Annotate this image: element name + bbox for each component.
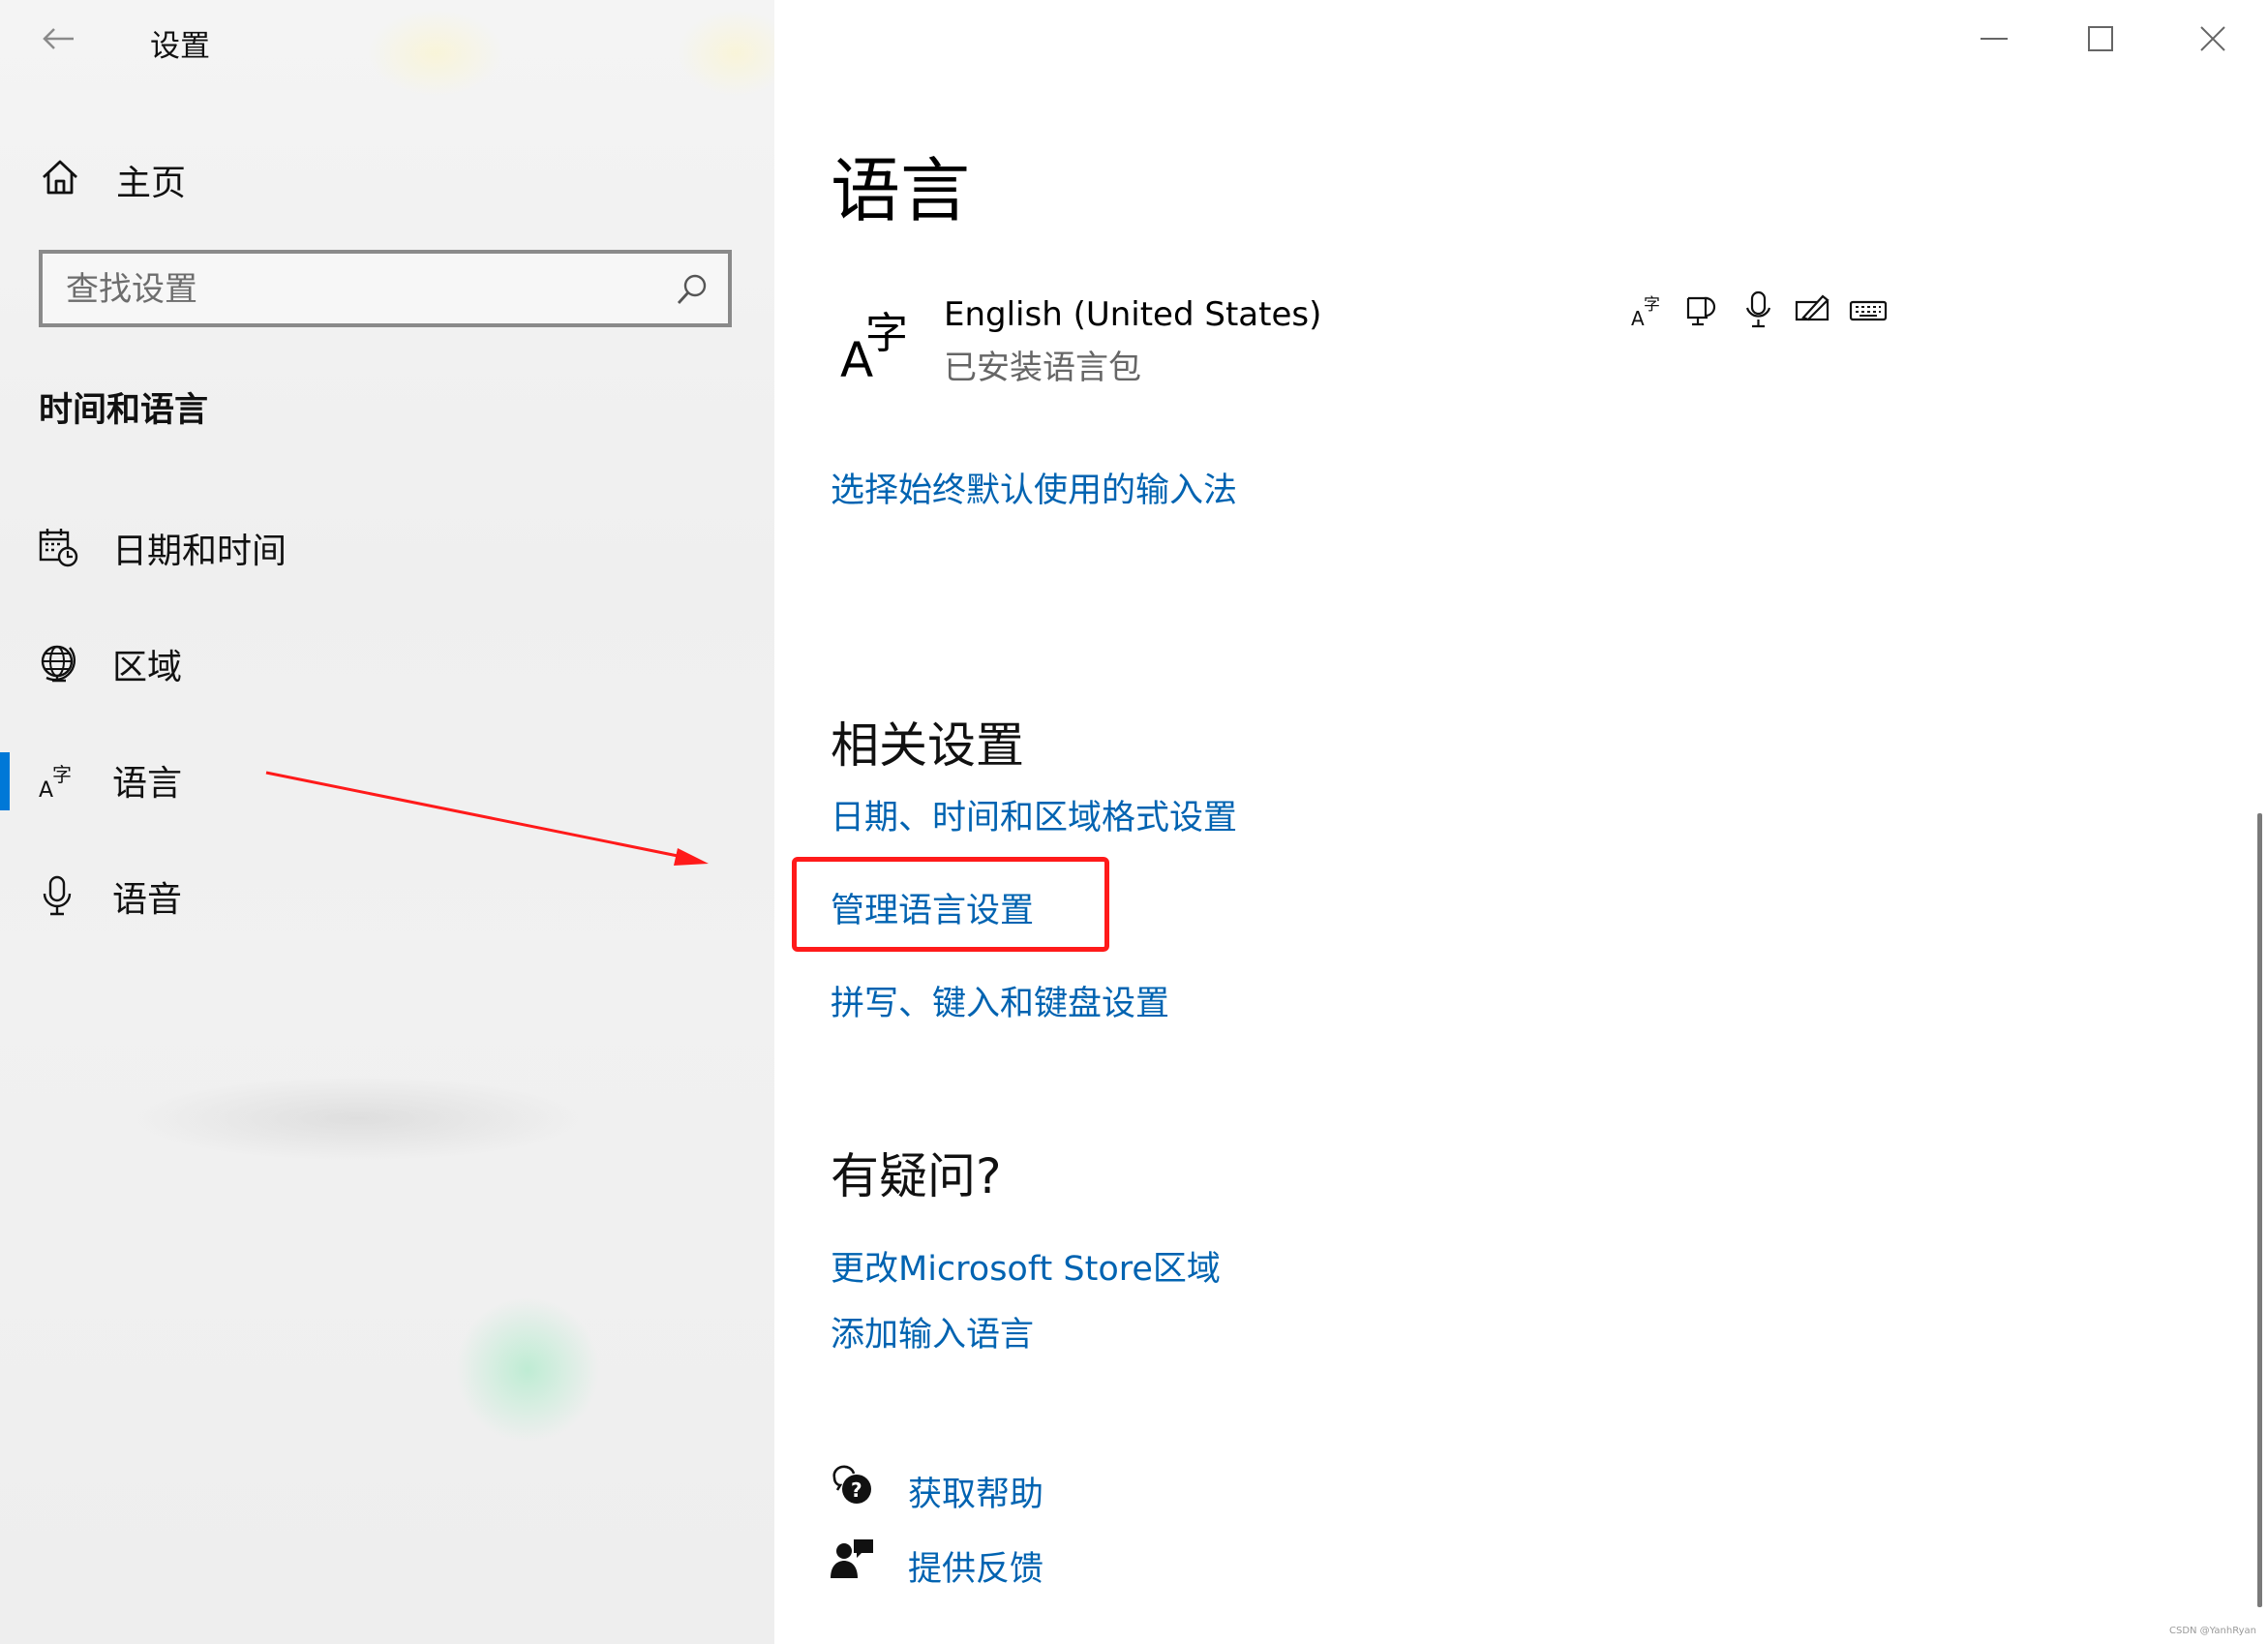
language-glyph-icon: A 字 — [840, 309, 908, 382]
search-icon[interactable] — [676, 273, 709, 306]
microphone-icon — [43, 875, 72, 916]
background-blur — [455, 1297, 600, 1443]
sidebar-item-label: 区域 — [112, 648, 183, 687]
keyboard-icon — [1849, 300, 1888, 321]
svg-text:A: A — [1631, 307, 1645, 329]
questions-heading: 有疑问? — [831, 1148, 1002, 1204]
speech-recognition-icon — [1745, 290, 1771, 328]
sidebar-item-region[interactable]: 区域 — [0, 615, 774, 712]
change-store-region-link[interactable]: 更改Microsoft Store区域 — [831, 1241, 1221, 1291]
back-button[interactable] — [39, 17, 77, 60]
page-title: 语言 — [831, 150, 971, 231]
home-button[interactable] — [39, 153, 81, 201]
scrollbar[interactable] — [2257, 813, 2262, 1607]
get-help-link[interactable]: 获取帮助 — [908, 1467, 1043, 1516]
related-settings-heading: 相关设置 — [831, 717, 1024, 774]
sidebar-item-label: 日期和时间 — [112, 532, 287, 571]
minimize-icon — [1981, 38, 2008, 40]
language-status: 已安装语言包 — [944, 349, 1141, 387]
maximize-icon — [2088, 26, 2113, 51]
watermark: CSDN @YanhRyan — [2168, 1626, 2256, 1636]
maximize-button[interactable] — [2071, 17, 2130, 60]
date-time-region-format-link[interactable]: 日期、时间和区域格式设置 — [831, 790, 1237, 839]
text-to-speech-icon — [1686, 296, 1716, 326]
add-input-language-link[interactable]: 添加输入语言 — [831, 1307, 1034, 1356]
background-blur — [678, 10, 774, 97]
language-icon: A 字 — [39, 763, 72, 801]
display-language-icon: A 字 — [1631, 295, 1660, 329]
feedback-link[interactable]: 提供反馈 — [908, 1541, 1043, 1591]
close-button[interactable] — [2184, 17, 2242, 60]
app-title: 设置 — [150, 29, 210, 64]
sidebar-item-label: 语音 — [112, 880, 183, 920]
search-input[interactable] — [64, 263, 649, 316]
default-input-method-link[interactable]: 选择始终默认使用的输入法 — [831, 463, 1237, 512]
handwriting-icon — [1795, 294, 1830, 321]
background-blur — [368, 10, 503, 97]
close-icon — [2200, 26, 2225, 51]
sidebar: 设置 主页 时间和语言 日期和时间 区域 — [0, 0, 774, 1644]
annotation-arrow — [265, 771, 709, 866]
svg-text:字: 字 — [865, 309, 908, 358]
active-indicator — [0, 752, 10, 810]
globe-icon — [41, 645, 76, 683]
svg-text:?: ? — [851, 1478, 862, 1502]
sidebar-item-label: 语言 — [112, 764, 183, 804]
minimize-button[interactable] — [1965, 17, 2023, 60]
get-help-icon: ? — [832, 1465, 871, 1504]
calendar-clock-icon — [39, 529, 78, 567]
background-blur — [126, 1075, 590, 1162]
feedback-icon — [831, 1539, 873, 1578]
search-box[interactable] — [39, 250, 732, 327]
back-arrow-icon — [43, 28, 74, 49]
svg-text:字: 字 — [52, 763, 72, 786]
language-name: English (United States) — [944, 295, 1322, 334]
spelling-typing-keyboard-link[interactable]: 拼写、键入和键盘设置 — [831, 976, 1169, 1025]
svg-text:字: 字 — [1644, 295, 1660, 315]
annotation-highlight-box — [792, 857, 1109, 952]
sidebar-item-date-time[interactable]: 日期和时间 — [0, 499, 774, 595]
home-label[interactable]: 主页 — [116, 155, 186, 205]
svg-text:A: A — [39, 778, 53, 801]
section-title: 时间和语言 — [39, 391, 209, 430]
home-icon — [43, 160, 77, 195]
